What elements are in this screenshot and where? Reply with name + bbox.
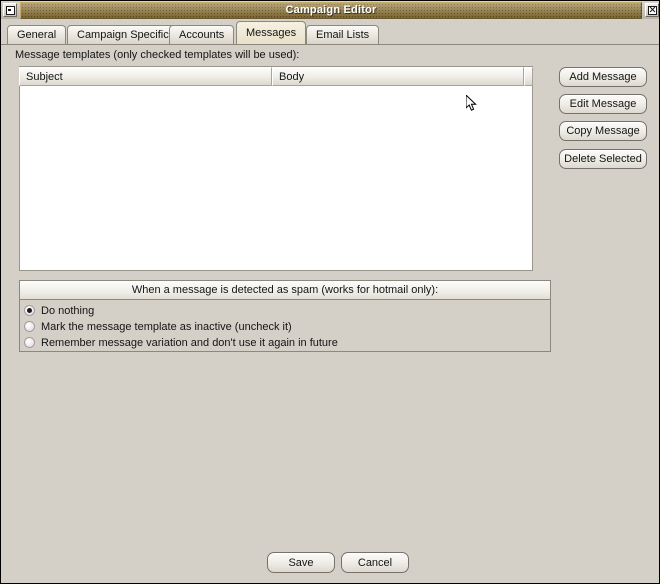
radio-option-mark-inactive[interactable]: Mark the message template as inactive (u… [24,319,550,334]
window-title: Campaign Editor [285,4,377,16]
edit-message-button[interactable]: Edit Message [559,94,647,114]
copy-message-button[interactable]: Copy Message [559,121,647,141]
radio-label: Do nothing [41,304,95,317]
window-titlebar[interactable]: Campaign Editor [1,1,659,19]
tab-content-messages: Message templates (only checked template… [1,45,659,583]
button-label: Save [288,556,314,569]
close-button[interactable] [645,3,659,17]
column-header-label: Body [279,70,305,83]
column-header-body[interactable]: Body [272,67,524,86]
radio-button-icon[interactable] [24,305,35,316]
message-templates-table-body[interactable] [20,86,532,270]
button-label: Delete Selected [564,153,642,165]
radio-option-do-nothing[interactable]: Do nothing [24,303,550,318]
minimize-button[interactable] [3,3,17,17]
minimize-icon [5,5,15,15]
spam-handling-options: Do nothing Mark the message template as … [20,300,550,350]
delete-selected-button[interactable]: Delete Selected [559,149,647,169]
message-templates-table-header: Subject Body [19,67,533,86]
radio-button-icon[interactable] [24,337,35,348]
cancel-button[interactable]: Cancel [341,552,409,573]
radio-option-remember-variation[interactable]: Remember message variation and don't use… [24,335,550,350]
tab-label: Campaign Specific [77,29,169,41]
tab-label: Messages [246,27,297,39]
spam-handling-title: When a message is detected as spam (work… [20,281,550,300]
tab-general[interactable]: General [7,25,67,44]
tab-email-lists[interactable]: Email Lists [306,25,380,44]
message-templates-label: Message templates (only checked template… [15,49,300,61]
button-label: Copy Message [566,125,640,137]
close-icon [647,5,657,15]
tab-bar: General Campaign Specific Accounts Messa… [1,19,659,45]
tab-label: General [17,29,57,41]
tab-messages[interactable]: Messages [236,21,307,44]
column-header-subject[interactable]: Subject [19,67,272,86]
button-label: Add Message [569,71,637,83]
window-title-strip: Campaign Editor [20,1,642,19]
radio-label: Remember message variation and don't use… [41,336,338,349]
tab-label: Accounts [179,29,225,41]
campaign-editor-window: Campaign Editor General Campaign Specifi… [0,0,660,584]
radio-button-icon[interactable] [24,321,35,332]
tab-campaign-specific[interactable]: Campaign Specific [67,25,179,44]
save-button[interactable]: Save [267,552,335,573]
button-label: Edit Message [569,98,637,110]
spam-handling-group: When a message is detected as spam (work… [19,280,551,352]
tab-label: Email Lists [316,29,370,41]
column-header-label: Subject [26,70,63,83]
column-header-filler [524,67,533,86]
tab-accounts[interactable]: Accounts [169,25,235,44]
button-label: Cancel [357,556,393,569]
radio-label: Mark the message template as inactive (u… [41,320,292,333]
add-message-button[interactable]: Add Message [559,67,647,87]
